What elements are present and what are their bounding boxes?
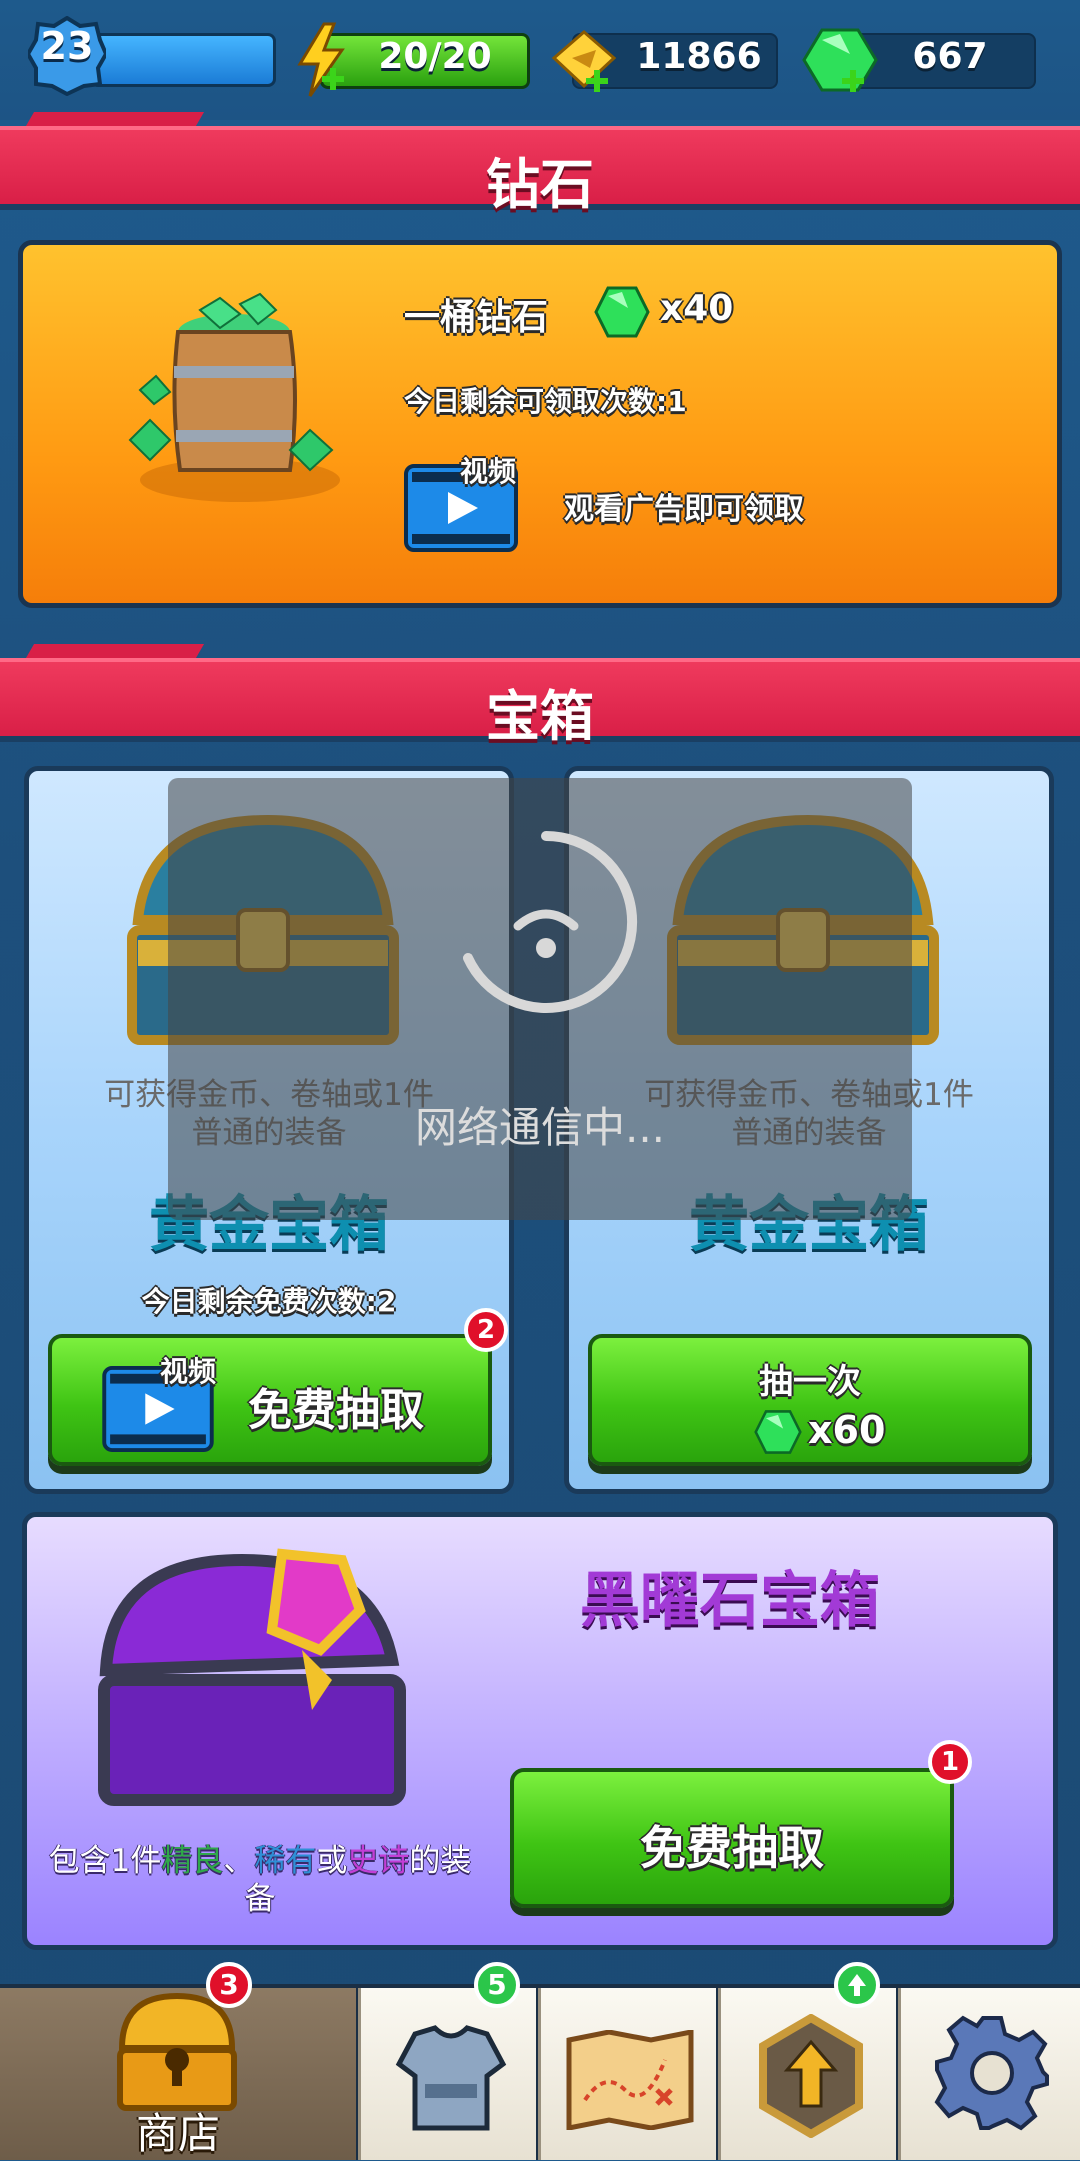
obsidian-free-draw-button[interactable]: 免费抽取: [510, 1768, 954, 1908]
gold-value: 11866: [636, 36, 762, 77]
treasure-map-icon: [566, 2030, 694, 2130]
gem-icon: [802, 28, 878, 92]
upgrade-arrow-icon: [759, 2014, 863, 2138]
draw-cost: x60: [808, 1408, 886, 1452]
armor-icon: [395, 2025, 507, 2131]
notification-badge: 2: [464, 1308, 508, 1352]
nav-tab-equipment[interactable]: [358, 1988, 536, 2160]
free-draw-video-button[interactable]: 视频 免费抽取: [48, 1334, 492, 1466]
video-ad-button[interactable]: 视频: [404, 455, 518, 552]
nav-tab-shop[interactable]: 商店: [0, 1988, 356, 2160]
diamond-section-header: 钻石: [0, 126, 1080, 216]
remaining-claims-count: 1: [667, 385, 687, 418]
section-tab-decoration: [25, 112, 205, 126]
description-text: 备: [244, 1881, 276, 1917]
free-remaining-text: 今日剩余免费次数:: [141, 1285, 377, 1318]
lightning-icon: [297, 22, 345, 97]
description-text: 的装: [409, 1843, 472, 1879]
quality-fine-text: 精良: [161, 1843, 224, 1879]
notification-badge: 3: [206, 1962, 252, 2008]
nav-tab-settings[interactable]: [898, 1988, 1080, 2160]
offer-name: 一桶钻石: [404, 297, 549, 338]
section-tab-decoration: [25, 644, 205, 658]
description-text: 、: [223, 1843, 255, 1879]
quality-rare-text: 稀有: [254, 1843, 317, 1879]
offer-amount: x40: [660, 288, 734, 329]
chest-section-header: 宝箱: [0, 658, 1080, 748]
free-draw-label: 免费抽取: [248, 1385, 424, 1436]
free-remaining-count: 2: [376, 1285, 397, 1318]
remaining-claims-label: 今日剩余可领取次数:1: [404, 380, 687, 420]
nav-tab-upgrade[interactable]: [718, 1988, 896, 2160]
remaining-claims-text: 今日剩余可领取次数:: [404, 385, 668, 418]
chest-section-title: 宝箱: [486, 685, 594, 748]
gem-icon: [754, 1410, 802, 1454]
loading-spinner-icon: [463, 831, 638, 1013]
video-label: 视频: [460, 455, 517, 488]
quality-epic-text: 史诗: [347, 1843, 410, 1879]
gem-barrel-icon: [128, 292, 340, 502]
upgrade-available-icon: [834, 1962, 880, 2008]
watch-ad-text: 观看广告即可领取: [564, 492, 804, 527]
obsidian-chest-name: 黑曜石宝箱: [580, 1566, 880, 1636]
notification-badge: 1: [928, 1740, 972, 1784]
description-text: 或: [316, 1843, 348, 1879]
level-number: 23: [40, 24, 94, 68]
gold-scroll-icon: [551, 30, 617, 92]
description-text: 包含1件: [48, 1843, 162, 1879]
notification-badge: 5: [474, 1962, 520, 2008]
shop-label: 商店: [135, 2109, 220, 2158]
draw-once-label: 抽一次: [759, 1362, 861, 1402]
obsidian-free-draw-label: 免费抽取: [640, 1821, 824, 1875]
gem-icon: [594, 286, 650, 338]
gear-icon: [934, 2015, 1049, 2131]
arrow-up-icon: [848, 1974, 866, 1996]
draw-once-button[interactable]: 抽一次 x60: [588, 1334, 1032, 1466]
xp-bar: [90, 33, 276, 87]
network-status-text: 网络通信中...: [414, 1103, 666, 1152]
free-remaining-label: 今日剩余免费次数:2: [24, 1280, 514, 1320]
obsidian-chest-description: 包含1件精良、稀有或史诗的装备: [30, 1842, 490, 1918]
obsidian-chest-icon: [98, 1548, 406, 1806]
energy-value: 20/20: [378, 36, 492, 77]
nav-tab-map[interactable]: [538, 1988, 716, 2160]
diamond-section-title: 钻石: [486, 153, 594, 216]
video-label: 视频: [160, 1355, 217, 1388]
gem-value: 667: [912, 36, 988, 77]
